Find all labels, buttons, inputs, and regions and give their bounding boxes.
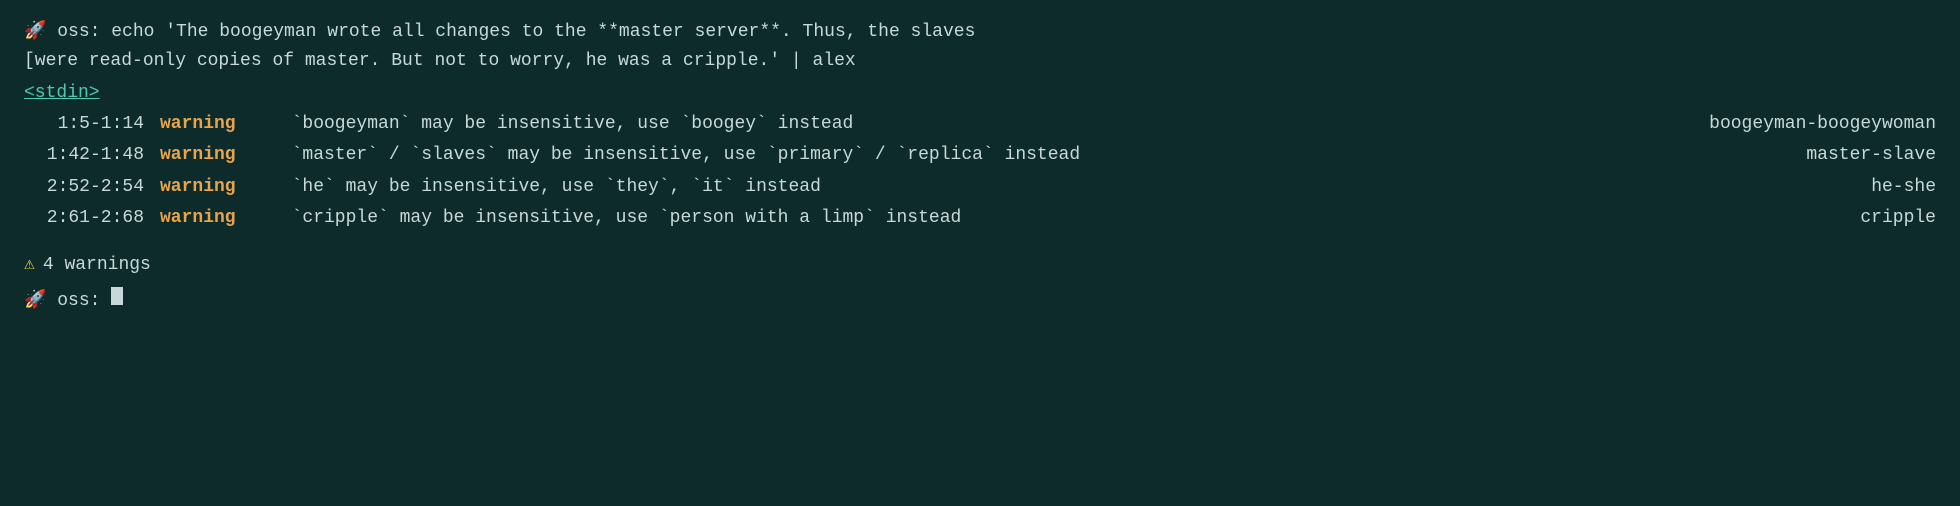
stdin-label: <stdin> bbox=[24, 80, 1936, 107]
warning-triangle-icon: ⚠ bbox=[24, 251, 35, 280]
final-prompt-text: oss: bbox=[57, 287, 111, 316]
warning-level-0: warning bbox=[160, 109, 270, 141]
warning-message-1: `master` / `slaves` may be insensitive, … bbox=[270, 140, 1676, 172]
terminal: 🚀 oss: echo 'The boogeyman wrote all cha… bbox=[24, 18, 1936, 316]
warning-position-2: 2:52-2:54 bbox=[24, 172, 144, 204]
prompt-icon-1: 🚀 bbox=[24, 18, 57, 47]
final-prompt-icon: 🚀 bbox=[24, 287, 57, 316]
warning-position-0: 1:5-1:14 bbox=[24, 109, 144, 141]
command-text-1: oss: echo 'The boogeyman wrote all chang… bbox=[57, 18, 975, 47]
warning-level-1: warning bbox=[160, 140, 270, 172]
summary-text: 4 warnings bbox=[43, 251, 151, 280]
warning-message-0: `boogeyman` may be insensitive, use `boo… bbox=[270, 109, 1676, 141]
command-line-2: [were read-only copies of master. But no… bbox=[24, 47, 1936, 76]
warning-position-1: 1:42-1:48 bbox=[24, 140, 144, 172]
warning-level-3: warning bbox=[160, 203, 270, 235]
warning-rule-3: cripple bbox=[1676, 203, 1936, 235]
warning-rule-0: boogeyman-boogeywoman bbox=[1676, 109, 1936, 141]
cursor bbox=[111, 287, 123, 305]
warning-row-0: 1:5-1:14 warning `boogeyman` may be insen… bbox=[24, 109, 1936, 141]
warning-level-2: warning bbox=[160, 172, 270, 204]
warning-message-2: `he` may be insensitive, use `they`, `it… bbox=[270, 172, 1676, 204]
warning-row-2: 2:52-2:54 warning `he` may be insensitive… bbox=[24, 172, 1936, 204]
stdin-text: <stdin> bbox=[24, 83, 100, 103]
warning-row-1: 1:42-1:48 warning `master` / `slaves` may… bbox=[24, 140, 1936, 172]
warning-rows: 1:5-1:14 warning `boogeyman` may be insen… bbox=[24, 109, 1936, 235]
command-text-2: [were read-only copies of master. But no… bbox=[24, 47, 856, 76]
warning-rule-2: he-she bbox=[1676, 172, 1936, 204]
warning-rule-1: master-slave bbox=[1676, 140, 1936, 172]
warning-position-3: 2:61-2:68 bbox=[24, 203, 144, 235]
warning-message-3: `cripple` may be insensitive, use `perso… bbox=[270, 203, 1676, 235]
command-line-1: 🚀 oss: echo 'The boogeyman wrote all cha… bbox=[24, 18, 1936, 47]
final-prompt-line: 🚀 oss: bbox=[24, 287, 1936, 316]
warnings-summary: ⚠ 4 warnings bbox=[24, 251, 1936, 280]
warning-row-3: 2:61-2:68 warning `cripple` may be insens… bbox=[24, 203, 1936, 235]
